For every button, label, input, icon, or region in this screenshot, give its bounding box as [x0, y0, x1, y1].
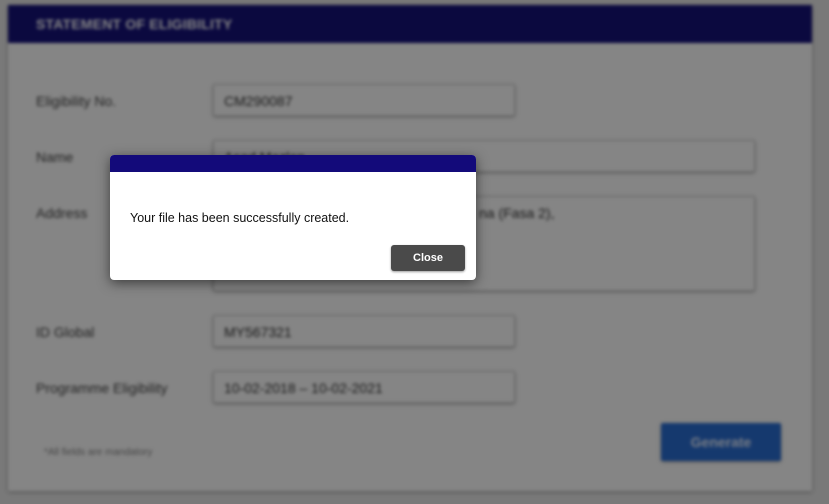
success-dialog: Your file has been successfully created.…: [110, 155, 476, 280]
dialog-message: Your file has been successfully created.: [130, 211, 350, 225]
dialog-title-bar: [110, 155, 476, 172]
close-button[interactable]: Close: [391, 245, 465, 271]
page: STATEMENT OF ELIGIBILITY Eligibility No.…: [0, 0, 829, 504]
